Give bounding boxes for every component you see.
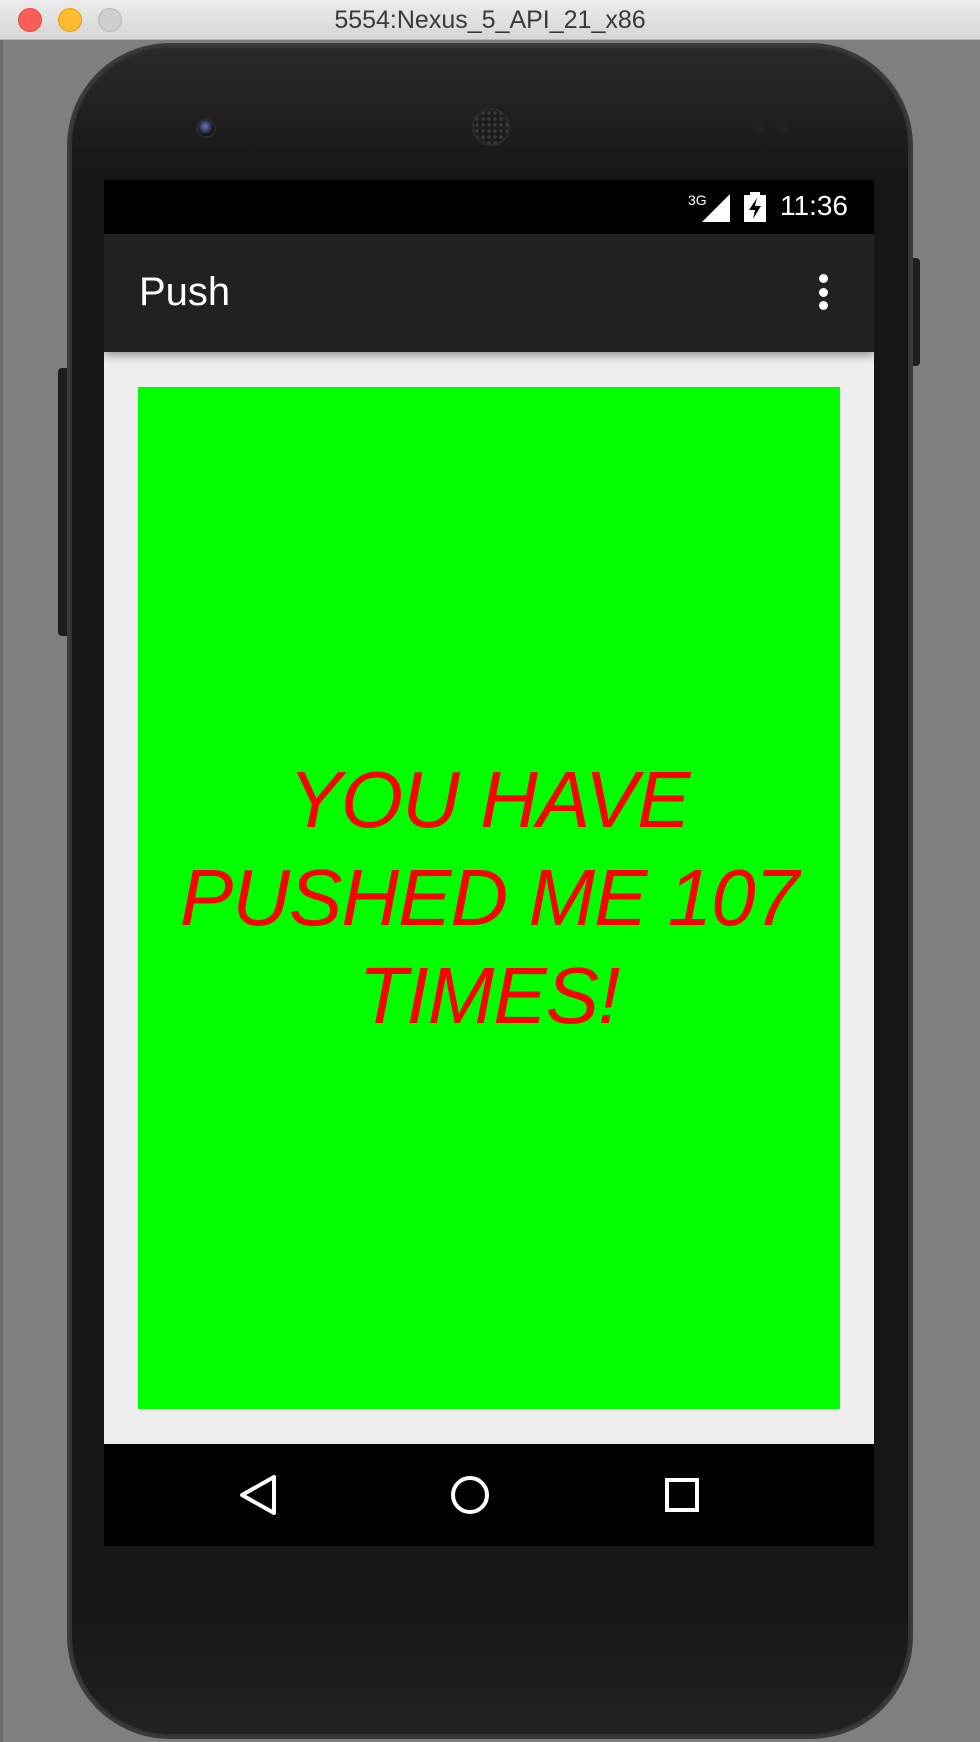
network-type-label: 3G (688, 192, 707, 208)
nav-recents-button[interactable] (651, 1464, 713, 1526)
push-count-message: YOU HAVE PUSHED ME 107 TIMES! (179, 755, 799, 1040)
front-camera-icon (196, 118, 216, 138)
navigation-bar (104, 1444, 874, 1546)
status-bar: 3G 11:36 (104, 180, 874, 234)
nav-home-button[interactable] (439, 1464, 501, 1526)
earpiece-speaker-icon (472, 108, 510, 146)
window-title-bar: 5554:Nexus_5_API_21_x86 (0, 0, 980, 40)
home-icon (451, 1476, 489, 1514)
window-title: 5554:Nexus_5_API_21_x86 (334, 6, 646, 34)
more-vert-icon (818, 274, 828, 283)
device-screen: 3G 11:36 Push YOU HAVE PUSHED ME 107 TIM… (104, 180, 874, 1546)
nav-back-button[interactable] (227, 1464, 289, 1526)
proximity-sensor-icon (752, 120, 764, 132)
battery-charging-icon (744, 192, 766, 222)
status-clock: 11:36 (780, 190, 848, 221)
push-button[interactable]: YOU HAVE PUSHED ME 107 TIMES! (138, 387, 840, 1409)
back-icon (240, 1475, 276, 1515)
app-bar: Push (104, 234, 874, 352)
light-sensor-icon (776, 120, 788, 132)
window-frame-edge (0, 40, 3, 1742)
app-title: Push (139, 270, 231, 314)
overflow-menu-button[interactable] (808, 266, 838, 318)
recents-icon (665, 1478, 699, 1512)
